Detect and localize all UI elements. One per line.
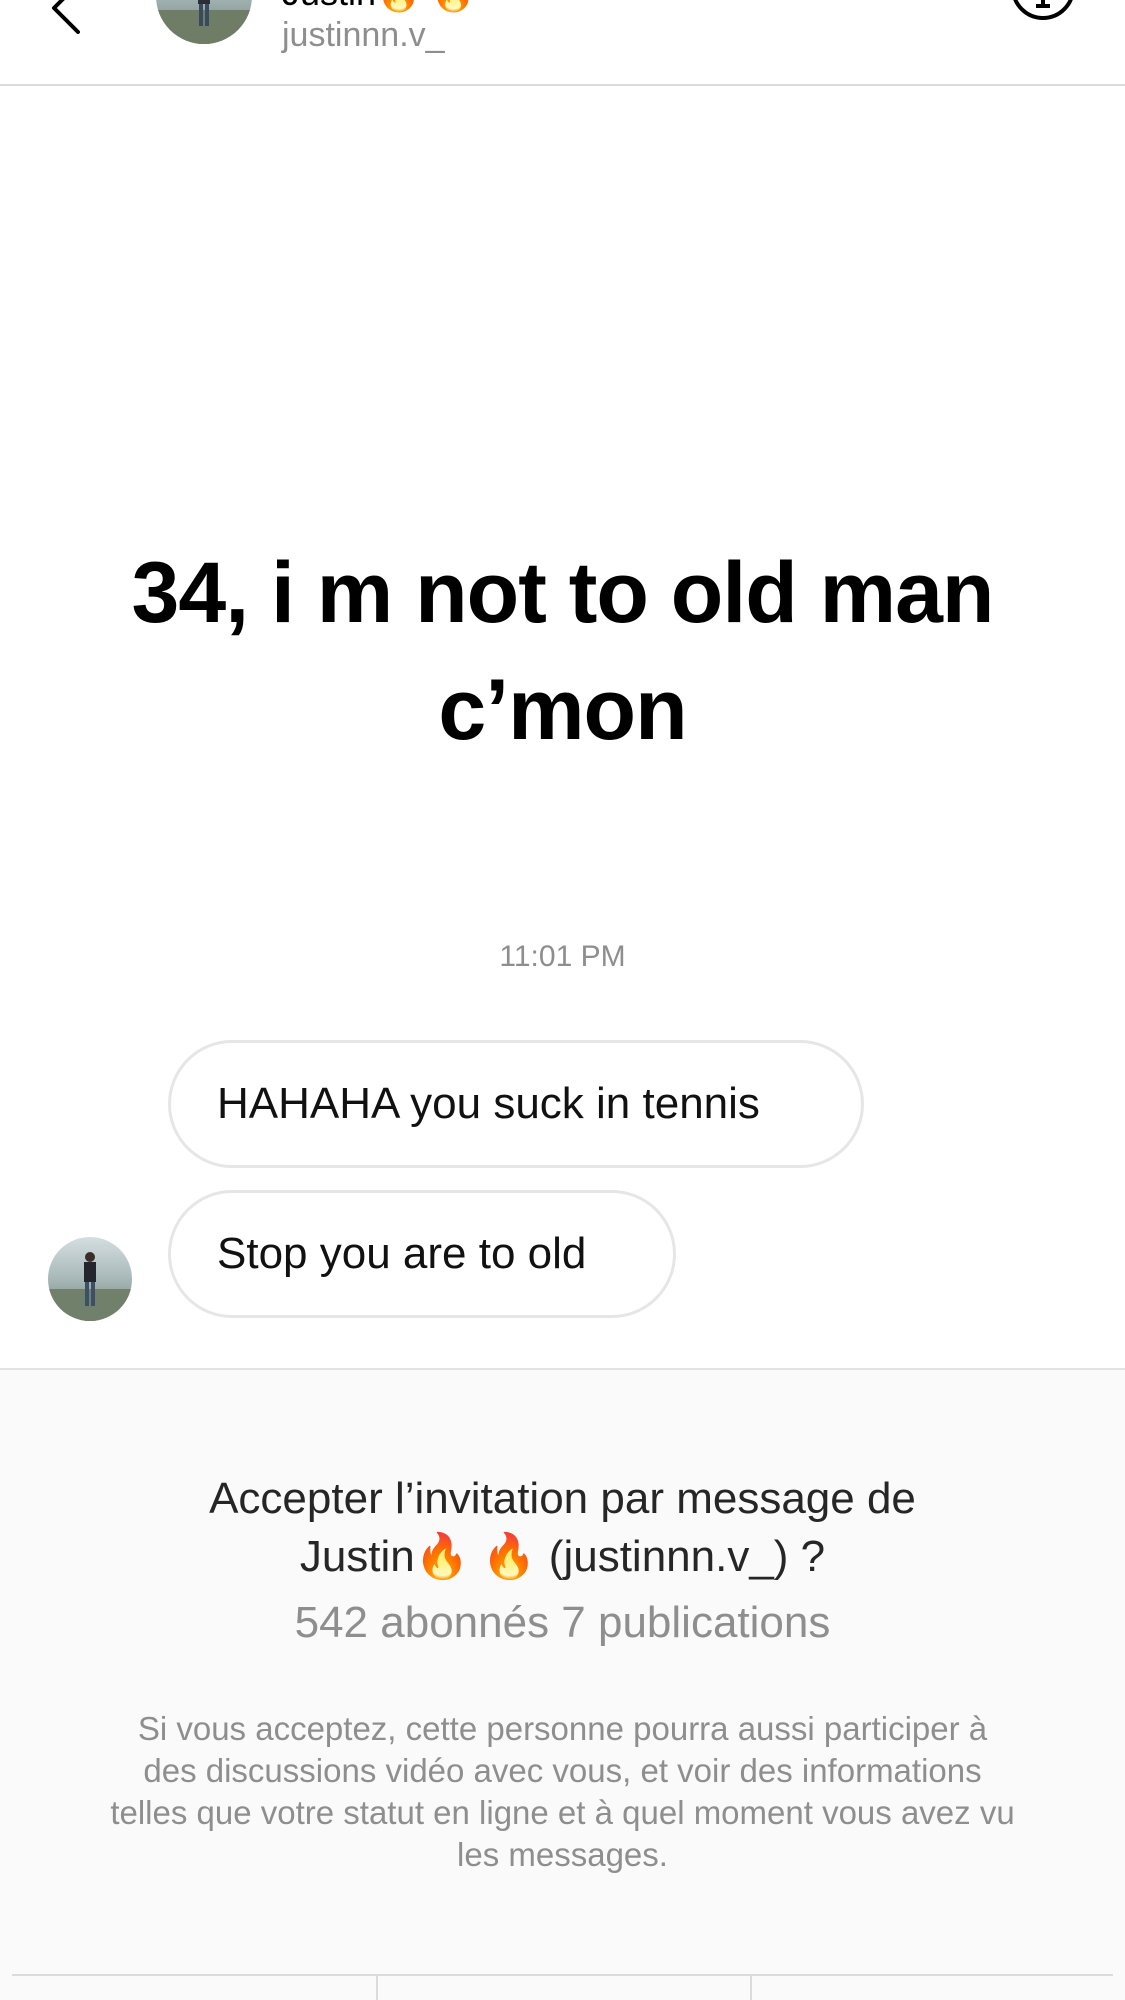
header-username[interactable]: justinnn.v_ xyxy=(282,16,445,55)
message-request-panel: Accepter l’invitation par message de Jus… xyxy=(0,1368,1125,2000)
message-bubble[interactable]: HAHAHA you suck in tennis xyxy=(168,1040,864,1168)
invite-title-line-1: Accepter l’invitation par message de xyxy=(209,1474,916,1523)
dm-thread-screen: Justin🔥 🔥 justinnn.v_ 34, i m not to old… xyxy=(0,0,1125,2000)
story-reply-text: 34, i m not to old man c’mon xyxy=(131,545,995,758)
info-icon xyxy=(1013,0,1073,20)
request-action-button-1[interactable] xyxy=(12,1976,376,2000)
invite-title-line-2: Justin🔥 🔥 (justinnn.v_) ? xyxy=(299,1532,826,1581)
header-display-name[interactable]: Justin🔥 🔥 xyxy=(282,0,476,14)
thread-header: Justin🔥 🔥 justinnn.v_ xyxy=(0,0,1125,86)
request-action-button-2[interactable] xyxy=(376,1976,752,2000)
sender-avatar[interactable] xyxy=(48,1237,132,1321)
invite-description: Si vous acceptez, cette personne pourra … xyxy=(110,1710,1015,1873)
back-button[interactable] xyxy=(40,0,100,40)
info-button[interactable] xyxy=(1008,0,1078,38)
message-timestamp: 11:01 PM xyxy=(499,940,626,973)
request-action-bar xyxy=(12,1974,1113,2000)
invite-title: Accepter l’invitation par message de Jus… xyxy=(60,1470,1065,1586)
message-bubble[interactable]: Stop you are to old xyxy=(168,1190,676,1318)
request-action-button-3[interactable] xyxy=(750,1976,1115,2000)
chevron-left-icon xyxy=(52,0,80,34)
invite-profile-stats: 542 abonnés 7 publications xyxy=(294,1598,831,1647)
header-avatar[interactable] xyxy=(156,0,252,44)
